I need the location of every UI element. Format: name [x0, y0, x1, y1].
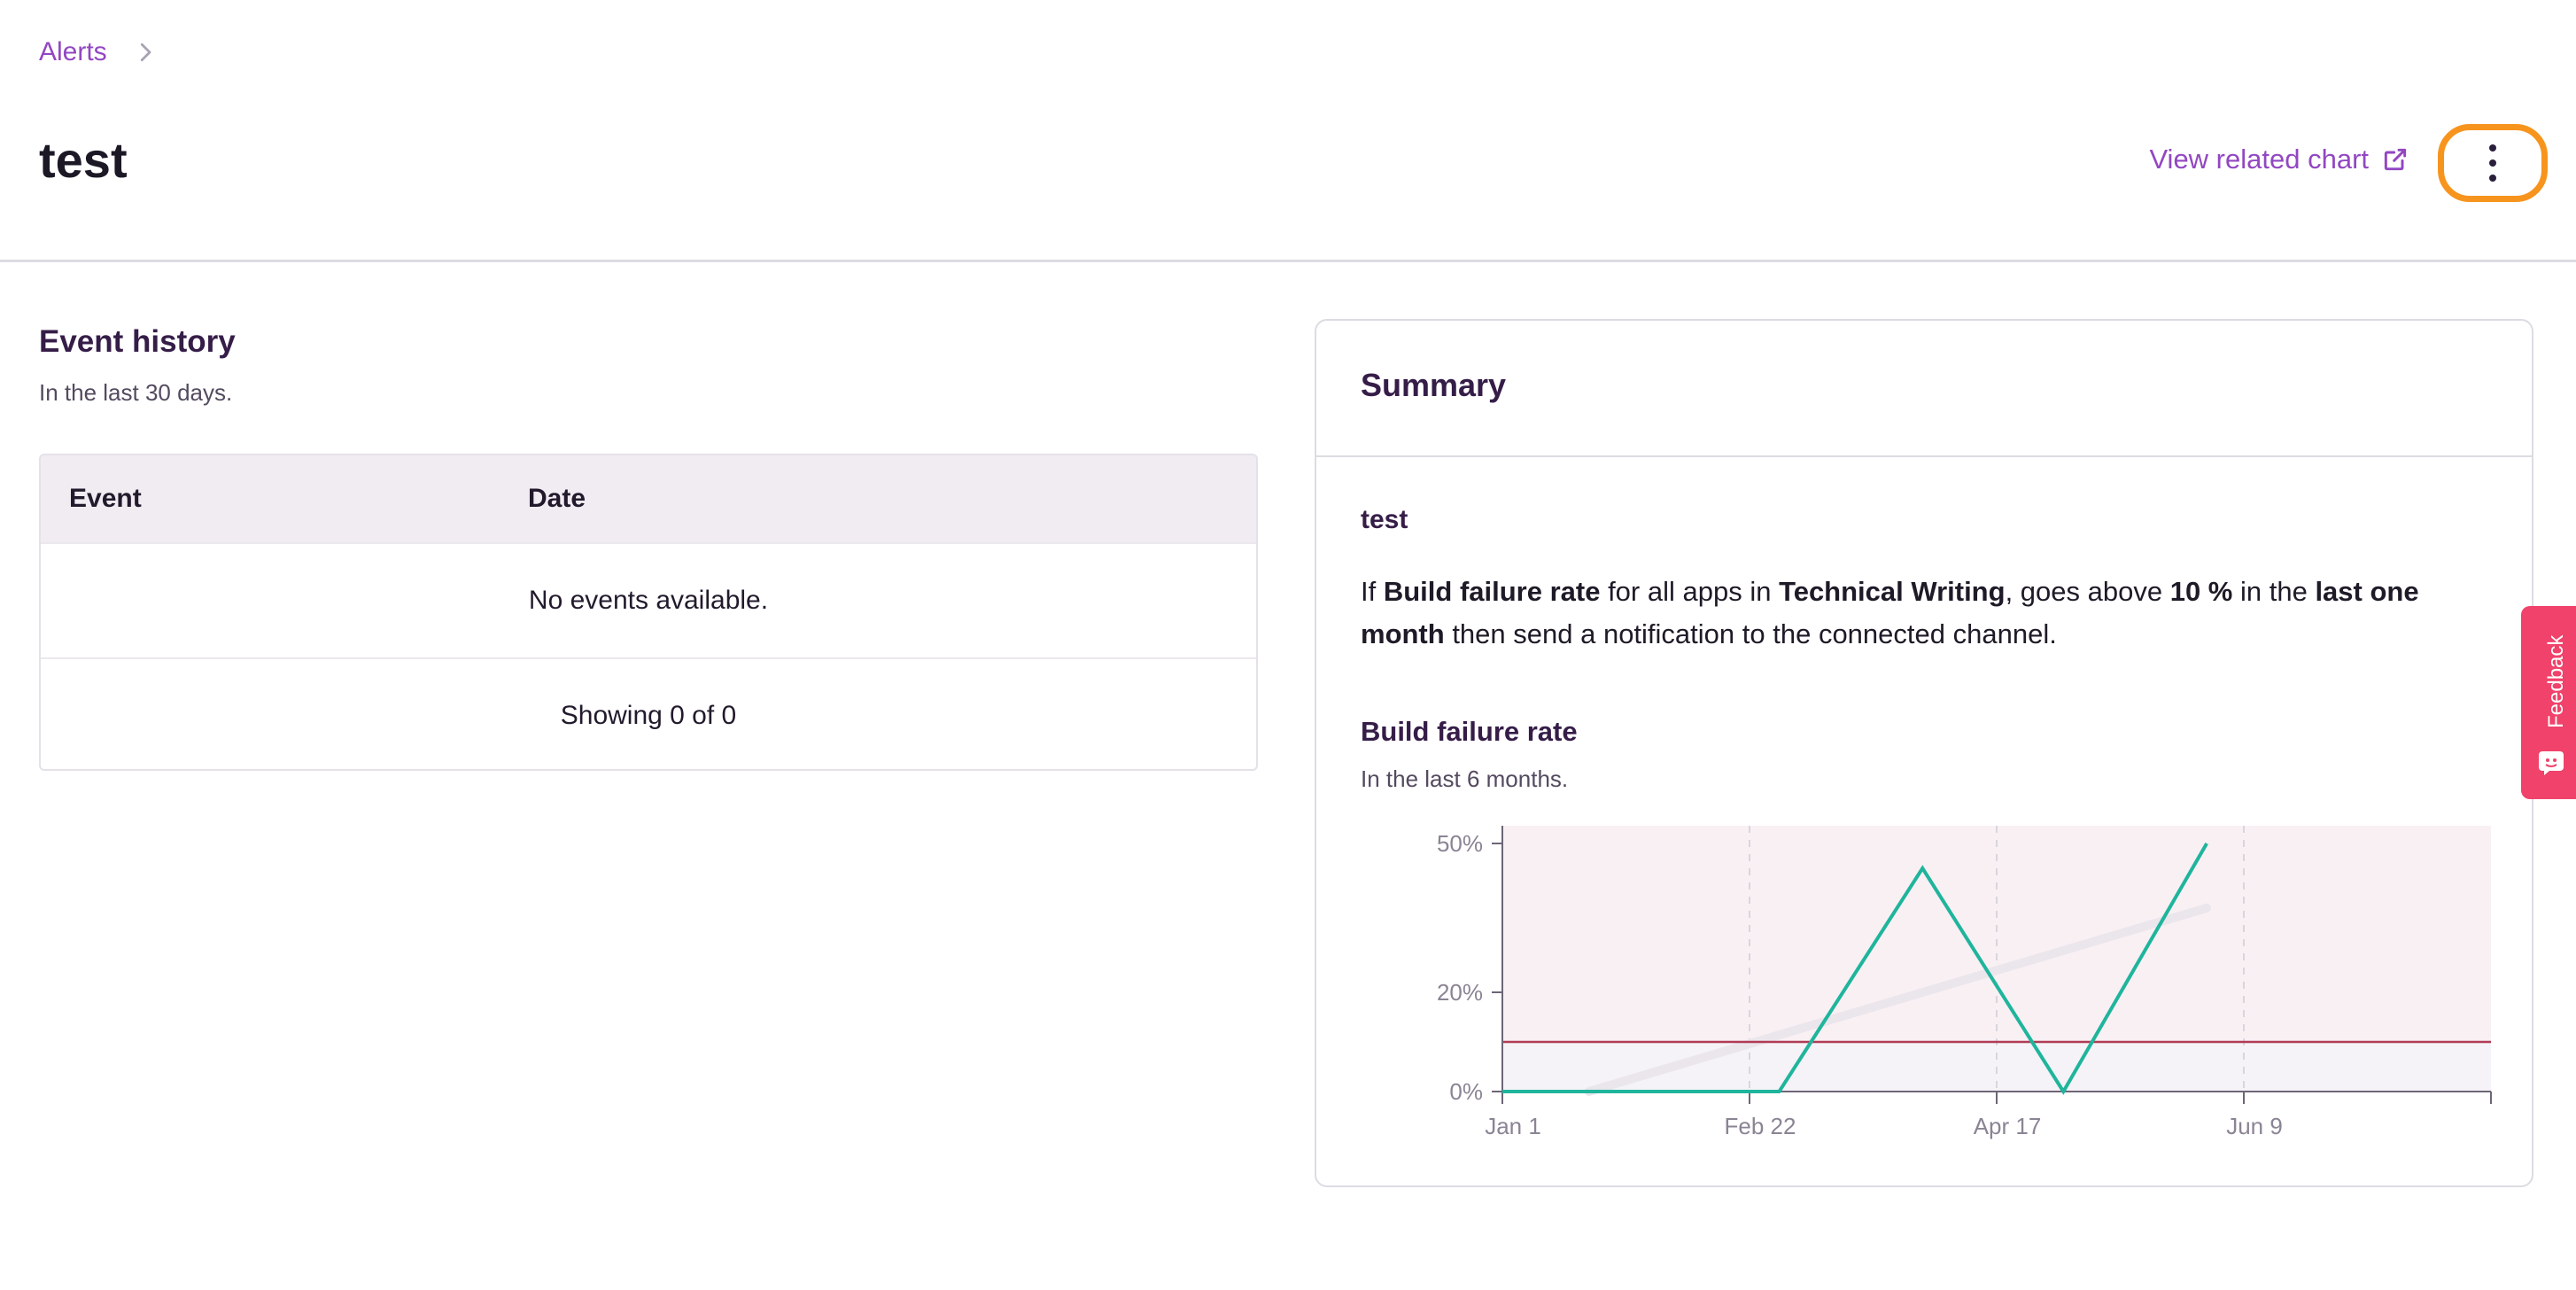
chart-x-tick-label: Apr 17 [1974, 1113, 2042, 1139]
build-failure-rate-chart: 0% 20% 50% Jan 1 Feb 22 Apr 17 Jun 9 [1437, 826, 2492, 1139]
event-history-subtitle: In the last 30 days. [39, 379, 233, 406]
view-related-chart-label: View related chart [2149, 144, 2369, 175]
column-header-event[interactable]: Event [41, 484, 528, 514]
chart-y-tick-label: 0% [1449, 1078, 1483, 1105]
breadcrumb-alerts-link[interactable]: Alerts [39, 37, 107, 67]
chart-x-tick-label: Feb 22 [1725, 1113, 1796, 1139]
breadcrumb: Alerts [39, 37, 159, 67]
chart-x-tick-label: Jan 1 [1485, 1113, 1541, 1139]
feedback-label: Feedback [2544, 634, 2568, 728]
chart-y-tick-label: 50% [1437, 830, 1483, 857]
table-header: Event Date [41, 455, 1256, 542]
feedback-tab[interactable]: Feedback [2521, 606, 2576, 799]
chevron-right-icon [140, 43, 151, 62]
page-title: test [39, 132, 128, 188]
feedback-icon [2539, 751, 2564, 775]
more-vertical-icon [2489, 144, 2496, 182]
summary-card: Summary test If Build failure rate for a… [1315, 319, 2533, 1187]
table-pagination-status: Showing 0 of 0 [41, 657, 1256, 769]
chart-y-tick-label: 20% [1437, 979, 1483, 1006]
column-header-date[interactable]: Date [528, 484, 586, 514]
view-related-chart-link[interactable]: View related chart [2149, 144, 2409, 175]
external-link-icon [2384, 148, 2407, 171]
event-history-table: Event Date No events available. Showing … [39, 454, 1258, 771]
header-divider [0, 260, 2576, 262]
more-options-button[interactable] [2438, 124, 2548, 202]
event-history-title: Event history [39, 324, 236, 359]
chart-x-tick-label: Jun 9 [2226, 1113, 2283, 1139]
table-empty-row: No events available. [41, 542, 1256, 657]
